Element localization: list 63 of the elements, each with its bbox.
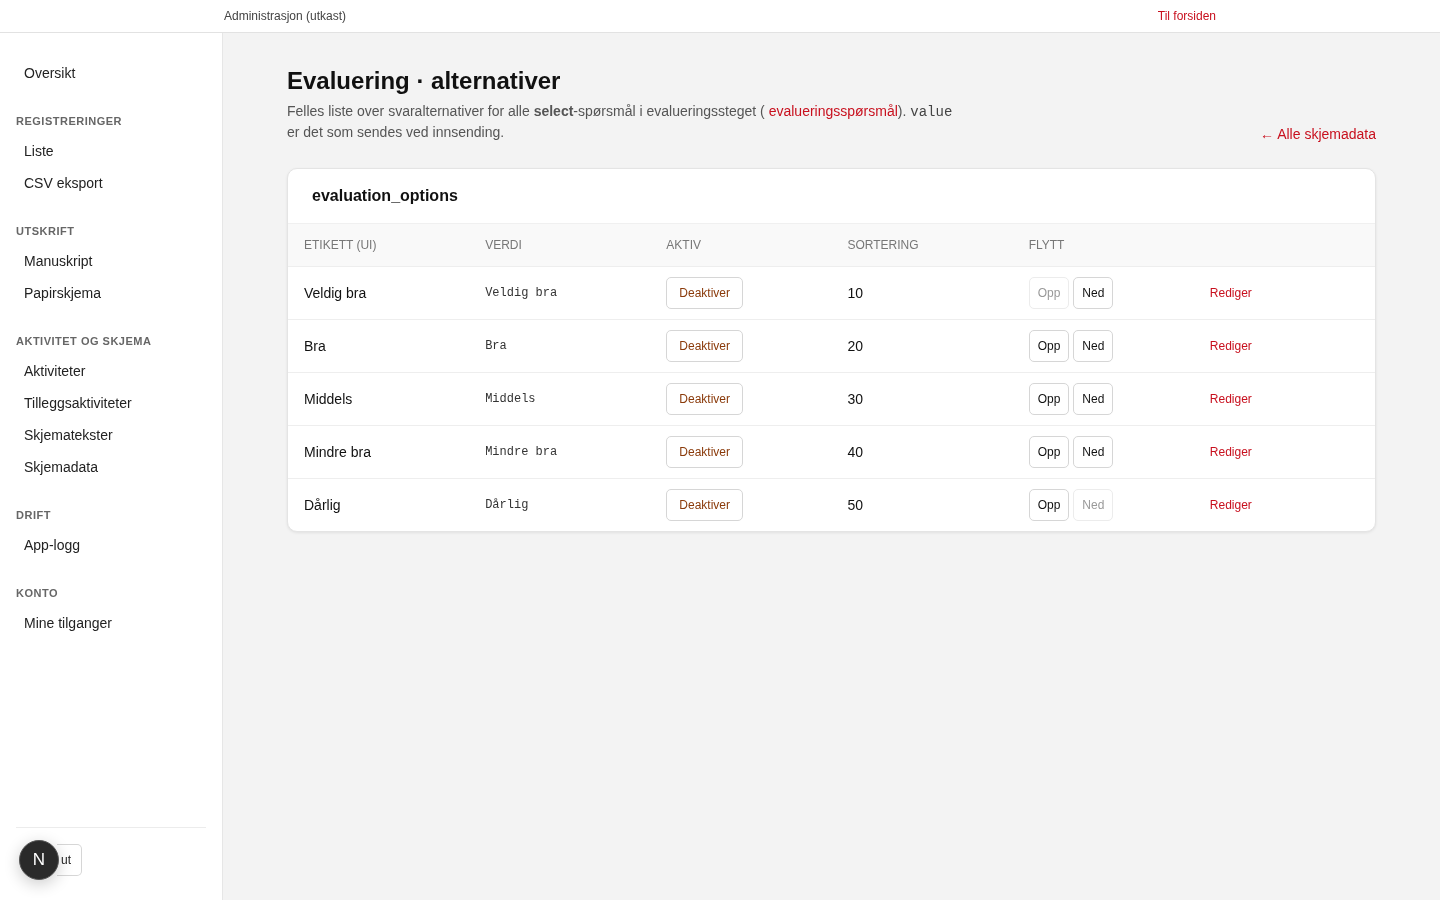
move-down-button[interactable]: Ned [1073, 383, 1114, 415]
sidebar-item[interactable]: App-logg [16, 529, 206, 561]
table-cell: Mindre bra [304, 444, 371, 460]
column-header: SORTERING [847, 238, 919, 252]
table-cell: 50 [847, 497, 864, 513]
edit-link[interactable]: Rediger [1209, 339, 1252, 353]
app-title: Administrasjon (utkast) [224, 9, 347, 23]
sidebar-item[interactable]: Oversikt [16, 57, 206, 89]
page-title: Evaluering · alternativer [287, 67, 562, 95]
move-up-button[interactable]: Opp [1028, 330, 1070, 362]
column-header: ETIKETT (UI) [304, 238, 377, 252]
sidebar-heading: AKTIVITET OG SKJEMA [16, 334, 153, 349]
sidebar-heading: UTSKRIFT [16, 224, 76, 239]
deactivate-button[interactable]: Deaktiver [666, 383, 743, 415]
move-up-button[interactable]: Opp [1028, 436, 1070, 468]
deactivate-button[interactable]: Deaktiver [666, 436, 743, 468]
deactivate-button[interactable]: Deaktiver [666, 277, 743, 309]
sidebar-item[interactable]: CSV eksport [16, 167, 206, 199]
table-cell: Veldig bra [304, 285, 367, 301]
sidebar-item[interactable]: Aktiviteter [16, 355, 206, 387]
edit-link[interactable]: Rediger [1209, 445, 1252, 459]
sidebar-item[interactable]: Skjematekster [16, 419, 206, 451]
table-cell: Bra [485, 339, 507, 353]
sidebar-heading: KONTO [16, 586, 60, 601]
sidebar-item[interactable]: Liste [16, 135, 206, 167]
deactivate-button[interactable]: Deaktiver [666, 489, 743, 521]
back-link[interactable]: ← Alle skjemadata [1260, 126, 1376, 142]
sidebar-item[interactable]: Skjemadata [16, 451, 206, 483]
column-header: VERDI [485, 238, 522, 252]
dev-badge[interactable]: N [19, 840, 59, 880]
page-description: Felles liste over svaralternativer for alle select-spørsmål i evalueringssteget ( evalueringsspørsmål). value er det som sendes ved innsending. [287, 102, 953, 142]
description-link[interactable]: evalueringsspørsmål [768, 103, 898, 119]
move-up-button[interactable]: Opp [1028, 489, 1070, 521]
table-cell: Veldig bra [485, 286, 558, 300]
column-header: AKTIV [666, 238, 701, 252]
sidebar-item[interactable]: Tilleggsaktiviteter [16, 387, 206, 419]
table-cell: 40 [847, 444, 864, 460]
move-up-button[interactable]: Opp [1028, 383, 1070, 415]
edit-link[interactable]: Rediger [1209, 498, 1252, 512]
edit-link[interactable]: Rediger [1209, 392, 1252, 406]
move-down-button[interactable]: Ned [1073, 436, 1114, 468]
card-title: evaluation_options [311, 186, 459, 206]
table-cell: Dårlig [304, 497, 341, 513]
sidebar-heading: DRIFT [16, 508, 52, 523]
sidebar-heading: REGISTRERINGER [16, 114, 123, 129]
move-down-button[interactable]: Ned [1073, 330, 1114, 362]
table-cell: 20 [847, 338, 864, 354]
table-cell: Middels [304, 391, 353, 407]
table-cell: 30 [847, 391, 864, 407]
table-cell: Dårlig [485, 498, 529, 512]
table-cell: Middels [485, 392, 536, 406]
sidebar-item[interactable]: Manuskript [16, 245, 206, 277]
deactivate-button[interactable]: Deaktiver [666, 330, 743, 362]
move-down-button[interactable]: Ned [1073, 277, 1114, 309]
table-cell: 10 [847, 285, 864, 301]
column-header: FLYTT [1028, 238, 1065, 252]
sidebar-item[interactable]: Mine tilganger [16, 607, 206, 639]
table-cell: Mindre bra [485, 445, 558, 459]
table-cell: Bra [304, 338, 326, 354]
logout-button[interactable]: ut [57, 844, 82, 876]
home-link[interactable]: Til forsiden [1157, 9, 1216, 23]
edit-link[interactable]: Rediger [1209, 286, 1252, 300]
sidebar-item[interactable]: Papirskjema [16, 277, 206, 309]
